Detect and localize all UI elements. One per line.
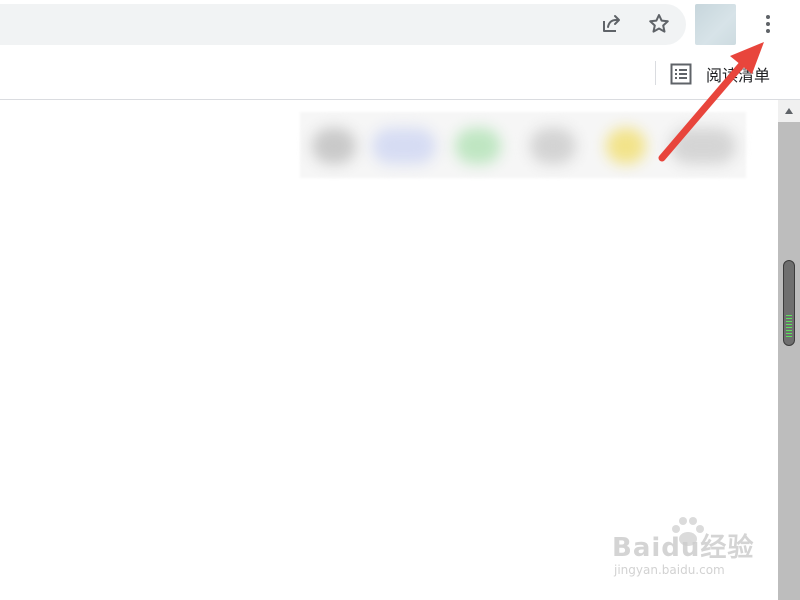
thumb-grip bbox=[786, 315, 792, 316]
thumb-grip bbox=[786, 324, 792, 325]
thumb-grip bbox=[786, 318, 792, 319]
thumb-grip bbox=[786, 333, 792, 334]
bookmarks-divider bbox=[655, 61, 656, 85]
scroll-thumb[interactable] bbox=[783, 260, 795, 346]
vertical-scrollbar[interactable] bbox=[778, 100, 800, 600]
reading-list-button[interactable]: 阅读清单 bbox=[670, 59, 770, 89]
reading-list-icon bbox=[670, 63, 692, 85]
blurred-item bbox=[530, 128, 576, 164]
share-button[interactable] bbox=[595, 8, 627, 40]
thumb-grip bbox=[786, 321, 792, 322]
blurred-item bbox=[606, 128, 646, 164]
bookmarks-bar: 阅读清单 bbox=[0, 50, 800, 100]
thumb-grip bbox=[786, 330, 792, 331]
profile-avatar[interactable] bbox=[695, 4, 736, 45]
star-icon bbox=[649, 14, 669, 33]
blurred-item bbox=[372, 128, 436, 164]
kebab-menu-icon[interactable] bbox=[752, 8, 784, 40]
bookmark-star-button[interactable] bbox=[643, 8, 675, 40]
scroll-up-button[interactable] bbox=[778, 100, 800, 122]
blurred-item bbox=[455, 128, 501, 164]
triangle-up-icon bbox=[785, 108, 793, 114]
blurred-item bbox=[312, 128, 356, 164]
thumb-grip bbox=[786, 327, 792, 328]
share-icon bbox=[603, 15, 620, 32]
reading-list-label: 阅读清单 bbox=[706, 66, 771, 85]
thumb-grip bbox=[786, 336, 792, 337]
page-content bbox=[0, 100, 778, 600]
blurred-item bbox=[670, 128, 736, 164]
menu-dot bbox=[766, 22, 770, 26]
browser-toolbar bbox=[0, 0, 800, 50]
menu-dot bbox=[766, 15, 770, 19]
menu-dot bbox=[766, 29, 770, 33]
address-bar[interactable] bbox=[0, 4, 686, 45]
